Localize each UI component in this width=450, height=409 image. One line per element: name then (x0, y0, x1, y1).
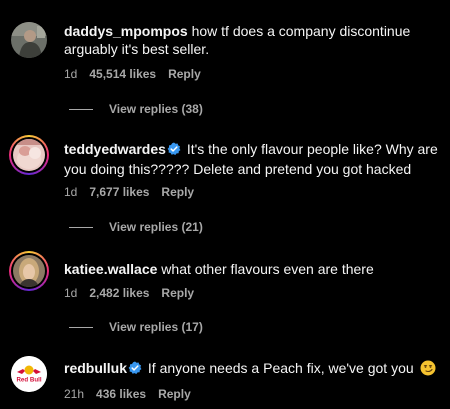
divider-line (69, 226, 93, 228)
view-replies-label: View replies (21) (109, 220, 203, 234)
divider-line (69, 326, 93, 328)
view-replies-label: View replies (17) (109, 320, 203, 334)
view-replies-button[interactable]: View replies (38) (69, 102, 203, 116)
comment-body: katiee.wallace what other flavours even … (64, 260, 438, 278)
comment-time: 1d (64, 286, 78, 300)
comment-likes[interactable]: 2,482 likes (89, 286, 149, 300)
reply-button[interactable]: Reply (161, 286, 194, 300)
comment-text: what other flavours even are there (161, 261, 374, 277)
reply-button[interactable]: Reply (158, 387, 191, 401)
verified-badge-icon (167, 142, 181, 160)
comment-username[interactable]: teddyedwardes (64, 141, 166, 157)
svg-text:Red Bull: Red Bull (16, 377, 41, 384)
comment-likes[interactable]: 7,677 likes (89, 185, 149, 199)
avatar[interactable] (9, 251, 49, 291)
red-bull-logo-icon: Red Bull (11, 356, 47, 392)
comment-meta: 21h 436 likes Reply (64, 387, 191, 401)
comment-time: 21h (64, 387, 85, 401)
divider-line (69, 108, 93, 110)
reply-button[interactable]: Reply (161, 185, 194, 199)
reply-button[interactable]: Reply (168, 67, 201, 81)
avatar[interactable]: Red Bull (11, 356, 47, 392)
comment-body: redbulluk If anyone needs a Peach fix, w… (64, 359, 438, 380)
comment-username[interactable]: katiee.wallace (64, 261, 157, 277)
comment-likes[interactable]: 436 likes (96, 387, 146, 401)
comment-time: 1d (64, 67, 78, 81)
comment-meta: 1d 45,514 likes Reply (64, 67, 201, 81)
view-replies-button[interactable]: View replies (17) (69, 320, 203, 334)
view-replies-button[interactable]: View replies (21) (69, 220, 203, 234)
comment-body: teddyedwardes It's the only flavour peop… (64, 140, 438, 178)
view-replies-label: View replies (38) (109, 102, 203, 116)
comment-body: daddys_mpompos how tf does a company dis… (64, 22, 438, 58)
comment-text: If anyone needs a Peach fix, we've got y… (147, 360, 414, 376)
comment-likes[interactable]: 45,514 likes (89, 67, 156, 81)
comment-username[interactable]: redbulluk (64, 360, 127, 376)
comment-meta: 1d 2,482 likes Reply (64, 286, 194, 300)
comment-username[interactable]: daddys_mpompos (64, 23, 188, 39)
comment-time: 1d (64, 185, 78, 199)
verified-badge-icon (128, 361, 142, 379)
avatar[interactable] (11, 22, 47, 58)
comment-meta: 1d 7,677 likes Reply (64, 185, 194, 199)
smirking-face-icon (420, 360, 436, 380)
avatar[interactable] (9, 135, 49, 175)
